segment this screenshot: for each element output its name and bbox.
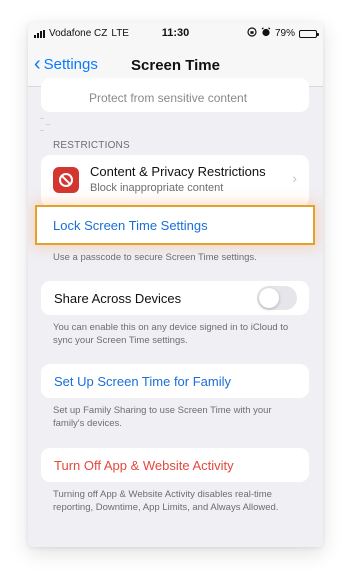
set-up-family-button[interactable]: Set Up Screen Time for Family bbox=[41, 364, 309, 398]
partial-row[interactable]: Protect from sensitive content bbox=[41, 78, 309, 112]
turn-off-activity-label: Turn Off App & Website Activity bbox=[54, 458, 234, 473]
share-across-devices-label: Share Across Devices bbox=[54, 291, 182, 306]
toggle-knob bbox=[259, 288, 279, 308]
share-devices-footnote: You can enable this on any device signed… bbox=[53, 322, 289, 346]
page-title: Screen Time bbox=[131, 57, 220, 74]
lock-screen-time-settings-button[interactable]: Lock Screen Time Settings bbox=[35, 205, 315, 245]
share-across-devices-row: Share Across Devices bbox=[41, 281, 309, 315]
lock-rotation-icon bbox=[247, 27, 257, 40]
battery-icon bbox=[299, 29, 319, 38]
set-up-family-label: Set Up Screen Time for Family bbox=[54, 374, 231, 389]
turn-off-activity-button[interactable]: Turn Off App & Website Activity bbox=[41, 448, 309, 482]
lock-settings-footnote: Use a passcode to secure Screen Time set… bbox=[53, 252, 257, 263]
battery-percent: 79% bbox=[274, 28, 295, 39]
restrictions-section-header: RESTRICTIONS bbox=[53, 140, 130, 151]
status-right: 79% bbox=[247, 27, 319, 40]
content-privacy-restrictions-row[interactable]: Content & Privacy Restrictions Block ina… bbox=[41, 155, 309, 207]
decorative-dots bbox=[40, 118, 50, 138]
status-bar: Vodafone CZ LTE 11:30 79% bbox=[28, 22, 323, 44]
family-footnote: Set up Family Sharing to use Screen Time… bbox=[53, 405, 272, 429]
restrictions-title: Content & Privacy Restrictions bbox=[90, 164, 266, 179]
turn-off-footnote: Turning off App & Website Activity disab… bbox=[53, 489, 279, 513]
restrictions-subtitle: Block inappropriate content bbox=[90, 182, 224, 194]
phone-screen: Vodafone CZ LTE 11:30 79% ‹ Settings Scr… bbox=[28, 22, 323, 547]
lock-screen-time-settings-label: Lock Screen Time Settings bbox=[53, 218, 208, 233]
share-across-devices-toggle[interactable] bbox=[257, 286, 297, 310]
restrictions-icon bbox=[53, 167, 79, 193]
alarm-icon bbox=[261, 27, 271, 40]
partial-row-label: Protect from sensitive content bbox=[89, 91, 248, 105]
chevron-right-icon: › bbox=[292, 170, 297, 186]
